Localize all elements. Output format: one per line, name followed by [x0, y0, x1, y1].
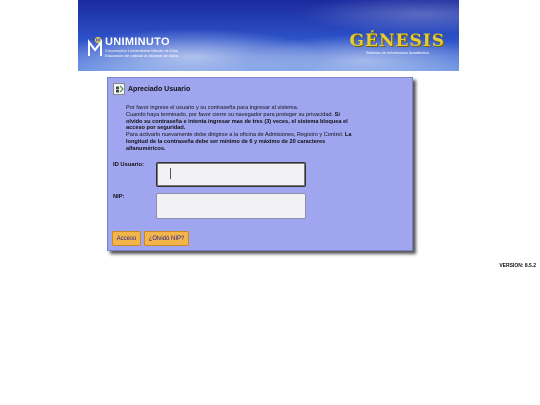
user-id-input[interactable] — [156, 162, 306, 187]
login-button[interactable]: Acceso — [112, 231, 141, 246]
genesis-name: GÉNESIS — [349, 31, 445, 51]
instructions-text: Por favor ingrese el usuario y su contra… — [126, 105, 356, 153]
instruction-line-2: Cuando haya terminado, por favor cierre … — [126, 111, 334, 118]
pin-input[interactable] — [156, 193, 306, 219]
panel-title: Apreciado Usuario — [128, 85, 191, 93]
uniminuto-emblem-icon — [88, 36, 102, 56]
genesis-logo: GÉNESIS Sistema de Información Académica — [350, 32, 445, 55]
uniminuto-tagline-2: Educación de calidad al alcance de todos — [105, 53, 179, 58]
text-caret — [170, 168, 171, 179]
version-label: VERSION: 8.5.2 — [499, 263, 536, 269]
uniminuto-logo: UNIMINUTO Corporación Universitaria Minu… — [87, 36, 179, 58]
user-info-icon — [113, 83, 125, 95]
login-panel: Apreciado Usuario Por favor ingrese el u… — [107, 77, 413, 251]
pin-label: NIP: — [113, 194, 125, 200]
user-id-label: ID Usuario: — [113, 162, 144, 168]
uniminuto-name: UNIMINUTO — [105, 36, 170, 48]
forgot-pin-button[interactable]: ¿Olvidó NIP? — [144, 231, 189, 246]
header-banner: UNIMINUTO Corporación Universitaria Minu… — [78, 0, 459, 71]
instruction-line-1: Por favor ingrese el usuario y su contra… — [126, 105, 299, 111]
panel-header: Apreciado Usuario — [113, 83, 190, 95]
instruction-line-4: Para activarlo nuevamente debe dirigirse… — [126, 132, 344, 139]
